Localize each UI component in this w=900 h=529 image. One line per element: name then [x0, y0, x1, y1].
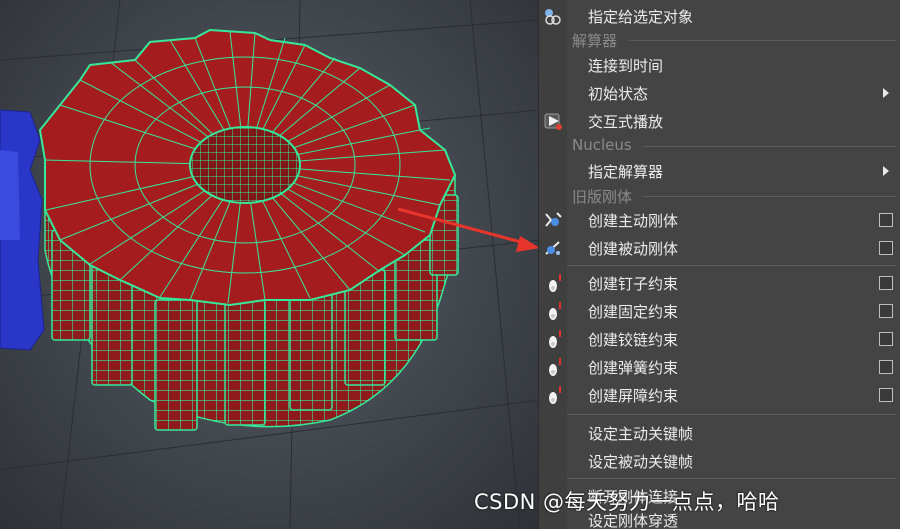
menu-item-interactive-playback[interactable]: 交互式播放 [539, 107, 900, 135]
menu-item-label: 创建屏障约束 [588, 387, 679, 405]
barrier-constraint-icon [541, 383, 565, 407]
menu-item-label: 指定给选定对象 [588, 8, 694, 26]
menu-item-label: 交互式播放 [588, 113, 664, 131]
hinge-constraint-icon [541, 327, 565, 351]
option-box[interactable] [879, 241, 893, 255]
spring-constraint-icon [541, 355, 565, 379]
dynamics-menu: 指定给选定对象 解算器 连接到时间 初始状态 交互式播放 Nucleus 指定解… [538, 0, 900, 529]
menu-item-connect-to-time[interactable]: 连接到时间 [539, 51, 900, 79]
menu-item-set-passive-key[interactable]: 设定被动关键帧 [539, 447, 900, 475]
interactive-playback-icon [541, 109, 565, 133]
active-rigid-body-icon [541, 208, 565, 232]
option-box[interactable] [879, 213, 893, 227]
divider [629, 40, 897, 41]
watermark: CSDN @每天努力一点点，哈哈 [474, 490, 780, 514]
option-box[interactable] [879, 304, 893, 318]
menu-item-create-active-rigid-body[interactable]: 创建主动刚体 [539, 206, 900, 234]
menu-item-label: 创建固定约束 [588, 303, 679, 321]
menu-item-label: 设定被动关键帧 [588, 453, 694, 471]
menu-item-create-pin-constraint[interactable]: 创建固定约束 [539, 297, 900, 325]
divider [643, 196, 897, 197]
section-label: 解算器 [572, 32, 618, 50]
nail-constraint-icon [541, 271, 565, 295]
section-label: Nucleus [572, 136, 632, 154]
menu-item-label: 创建钉子约束 [588, 275, 679, 293]
menu-item-assign-to-selected[interactable]: 指定给选定对象 [539, 2, 900, 30]
submenu-arrow-icon [883, 166, 889, 176]
menu-item-label: 初始状态 [588, 85, 649, 103]
menu-item-create-nail-constraint[interactable]: 创建钉子约束 [539, 269, 900, 297]
menu-item-label: 设定主动关键帧 [588, 425, 694, 443]
option-box[interactable] [879, 276, 893, 290]
section-nucleus: Nucleus [539, 136, 900, 156]
menu-item-assign-solver[interactable]: 指定解算器 [539, 157, 900, 185]
menu-item-create-barrier-constraint[interactable]: 创建屏障约束 [539, 381, 900, 409]
viewport-3d[interactable] [0, 0, 540, 529]
option-box[interactable] [879, 388, 893, 402]
assign-object-icon [541, 4, 565, 28]
section-legacy-rigid-body: 旧版刚体 [539, 186, 900, 206]
menu-separator [567, 414, 897, 415]
menu-separator [567, 265, 897, 266]
passive-rigid-body-icon [541, 236, 565, 260]
menu-item-label: 指定解算器 [588, 163, 664, 181]
submenu-arrow-icon [883, 88, 889, 98]
section-label: 旧版刚体 [572, 188, 633, 206]
scene-svg [0, 0, 540, 529]
menu-item-create-passive-rigid-body[interactable]: 创建被动刚体 [539, 234, 900, 262]
divider [643, 146, 897, 147]
option-box[interactable] [879, 360, 893, 374]
section-solvers: 解算器 [539, 30, 900, 50]
menu-item-initial-state[interactable]: 初始状态 [539, 79, 900, 107]
menu-separator [567, 478, 897, 479]
pin-constraint-icon [541, 299, 565, 323]
option-box[interactable] [879, 332, 893, 346]
menu-item-create-hinge-constraint[interactable]: 创建铰链约束 [539, 325, 900, 353]
menu-item-label: 创建弹簧约束 [588, 359, 679, 377]
menu-item-label: 创建铰链约束 [588, 331, 679, 349]
blue-gear-object [0, 109, 45, 351]
menu-item-create-spring-constraint[interactable]: 创建弹簧约束 [539, 353, 900, 381]
menu-item-label: 创建被动刚体 [588, 240, 679, 258]
menu-item-label: 连接到时间 [588, 57, 664, 75]
menu-item-set-active-key[interactable]: 设定主动关键帧 [539, 419, 900, 447]
gear-object [38, 28, 459, 431]
gear-hole [189, 126, 301, 204]
menu-item-label: 创建主动刚体 [588, 212, 679, 230]
